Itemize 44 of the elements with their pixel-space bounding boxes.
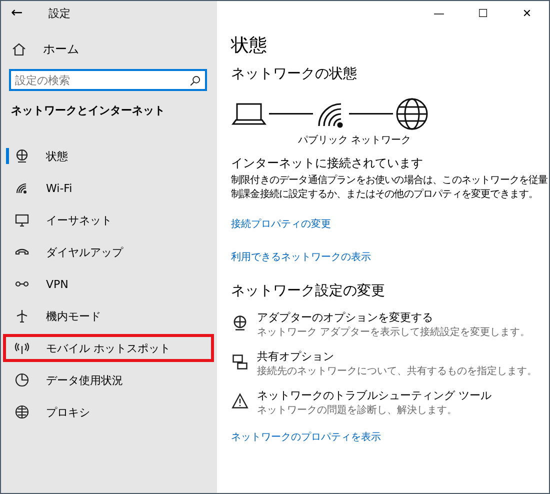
search-field[interactable]: 設定の検索 (9, 69, 207, 91)
nav-item[interactable]: ダイヤルアップ (3, 238, 214, 266)
pie-chart-icon (14, 372, 30, 388)
home-link[interactable]: ホーム (43, 40, 79, 58)
minimize-button[interactable]: — (417, 6, 461, 20)
monitor-icon (14, 212, 30, 228)
globe-monitor-icon (231, 314, 249, 332)
link[interactable]: 接続プロパティの変更 (231, 217, 331, 231)
link[interactable]: 利用できるネットワークの表示 (231, 250, 371, 264)
option-title[interactable]: ネットワークのトラブルシューティング ツール (257, 388, 492, 403)
highlighted-nav-item[interactable]: モバイル ホットスポット (3, 334, 214, 362)
maximize-button[interactable]: ☐ (461, 6, 505, 20)
page-title: 状態 (231, 34, 268, 57)
antenna-icon (14, 340, 30, 356)
option-description: 接続先のネットワークについて、共有するものを指定します。 (257, 364, 537, 378)
laptop-icon (231, 101, 267, 127)
nav-item[interactable]: Wi-Fi (3, 174, 214, 202)
section-heading: ネットワークとインターネット (11, 103, 166, 118)
status-description: 制限付きのデータ通信プランをお使いの場合は、このネットワークを従量制課金接続に設定するか、またはその他のプロパティを変更できます。 (231, 174, 549, 202)
link[interactable]: ネットワークのプロパティを表示 (231, 430, 381, 444)
connector-line (349, 113, 393, 115)
nav-item[interactable]: VPN (3, 270, 214, 298)
nav-item[interactable]: イーサネット (3, 206, 214, 234)
window-title: 設定 (48, 6, 71, 20)
option-description: ネットワーク アダプターを表示して接続設定を変更します。 (257, 326, 530, 339)
section-heading: ネットワークの状態 (231, 65, 358, 83)
search-icon (189, 74, 202, 87)
globe-icon (395, 97, 429, 131)
back-button[interactable]: ← (11, 5, 23, 21)
warning-icon (231, 392, 249, 410)
globe-monitor-icon (14, 148, 30, 164)
option-description: ネットワークの問題を診断し、解決します。 (257, 404, 458, 417)
close-button[interactable]: ✕ (505, 6, 549, 20)
globe-icon (14, 404, 30, 420)
connection-status: インターネットに接続されています (231, 155, 424, 172)
section-heading: ネットワーク設定の変更 (231, 282, 386, 300)
network-type-label: パブリック ネットワーク (298, 134, 412, 147)
nav-item[interactable]: データ使用状況 (3, 366, 214, 394)
option-title[interactable]: 共有オプション (257, 349, 537, 364)
nav-item[interactable]: 機内モード (3, 302, 214, 330)
option-title[interactable]: アダプターのオプションを変更する (257, 310, 530, 325)
nav-item[interactable]: プロキシ (3, 398, 214, 426)
connector-line (269, 113, 313, 115)
home-icon (11, 41, 27, 57)
